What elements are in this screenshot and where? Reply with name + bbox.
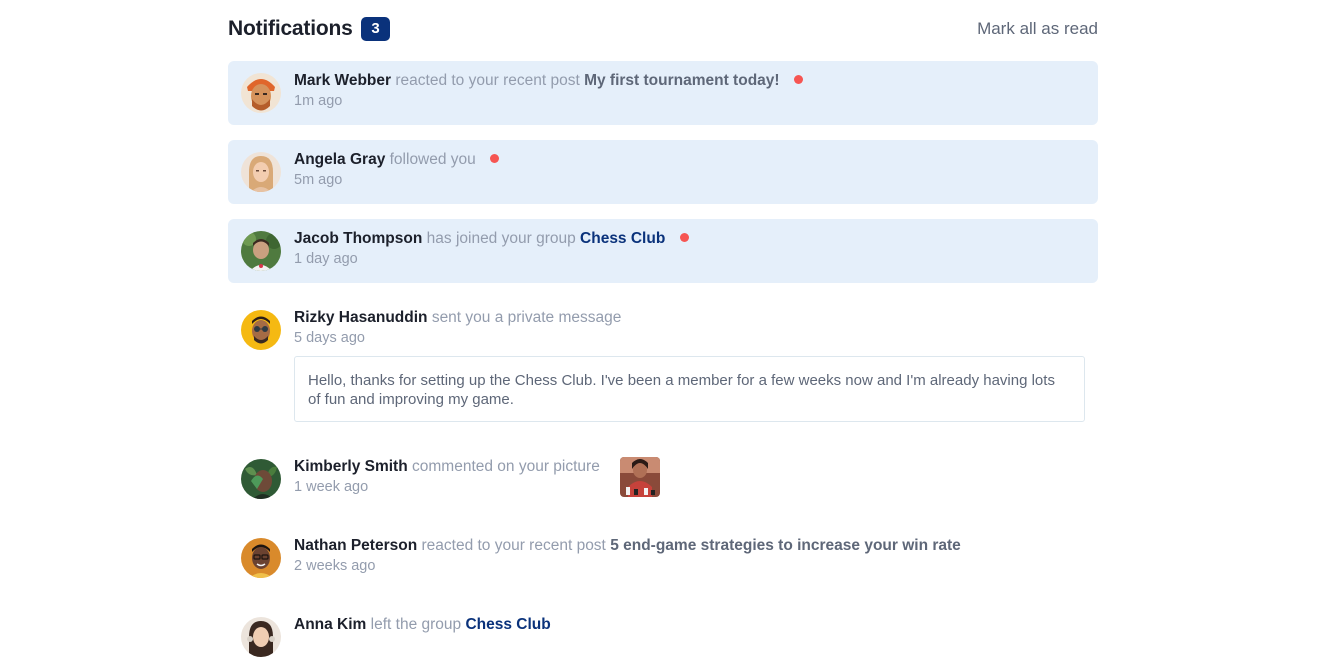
avatar-image xyxy=(241,310,281,350)
notification-time: 1m ago xyxy=(294,93,343,109)
unread-dot xyxy=(490,154,500,163)
post-link[interactable]: My first tournament today! xyxy=(584,72,779,89)
avatar[interactable] xyxy=(241,538,281,578)
avatar-image xyxy=(241,152,281,192)
user-name[interactable]: Rizky Hasanuddin xyxy=(294,309,428,326)
unread-count-badge: 3 xyxy=(361,17,390,41)
user-name[interactable]: Jacob Thompson xyxy=(294,230,422,247)
notification-time: 5 days ago xyxy=(294,330,365,346)
unread-dot xyxy=(679,233,689,242)
user-name[interactable]: Anna Kim xyxy=(294,616,366,633)
notification-item[interactable]: Nathan Peterson reacted to your recent p… xyxy=(228,526,1098,590)
notification-item[interactable]: Kimberly Smith commented on your picture… xyxy=(228,447,1098,511)
notification-action: has joined your group xyxy=(426,230,576,247)
page-title: Notifications xyxy=(228,17,353,40)
notification-action: reacted to your recent post xyxy=(421,537,606,554)
notification-action: followed you xyxy=(389,151,476,168)
notifications-panel: Notifications 3 Mark all as read Mark We… xyxy=(228,0,1098,657)
notification-item[interactable]: Anna Kim left the group Chess Club xyxy=(228,605,1098,669)
group-link[interactable]: Chess Club xyxy=(465,616,550,633)
avatar-image xyxy=(241,617,281,657)
avatar[interactable] xyxy=(241,73,281,113)
post-link[interactable]: 5 end-game strategies to increase your w… xyxy=(610,537,961,554)
notification-item[interactable]: Mark Webber reacted to your recent post … xyxy=(228,61,1098,125)
notification-action: reacted to your recent post xyxy=(395,72,580,89)
avatar[interactable] xyxy=(241,152,281,192)
avatar[interactable] xyxy=(241,617,281,657)
notification-time: 2 weeks ago xyxy=(294,558,376,574)
notification-time: 5m ago xyxy=(294,172,343,188)
avatar-image xyxy=(241,73,281,113)
notification-item[interactable]: Rizky Hasanuddin sent you a private mess… xyxy=(228,298,1098,438)
notification-item[interactable]: Angela Gray followed you 5m ago xyxy=(228,140,1098,204)
avatar[interactable] xyxy=(241,459,281,499)
user-name[interactable]: Kimberly Smith xyxy=(294,458,408,475)
mark-all-read-button[interactable]: Mark all as read xyxy=(977,19,1098,39)
notification-time: 1 week ago xyxy=(294,479,369,495)
avatar[interactable] xyxy=(241,231,281,271)
notification-action: left the group xyxy=(370,616,462,633)
notification-action: commented on your picture xyxy=(412,458,600,475)
notification-time: 1 day ago xyxy=(294,251,358,267)
commented-picture-thumbnail[interactable] xyxy=(620,457,660,497)
unread-dot xyxy=(793,75,803,84)
user-name[interactable]: Nathan Peterson xyxy=(294,537,417,554)
private-message[interactable]: Hello, thanks for setting up the Chess C… xyxy=(294,356,1085,422)
notification-item[interactable]: Jacob Thompson has joined your group Che… xyxy=(228,219,1098,283)
notifications-header: Notifications 3 Mark all as read xyxy=(228,0,1098,61)
chess-picture-image xyxy=(620,457,660,497)
user-name[interactable]: Angela Gray xyxy=(294,151,385,168)
avatar-image xyxy=(241,231,281,271)
avatar-image xyxy=(241,538,281,578)
avatar[interactable] xyxy=(241,310,281,350)
avatar-image xyxy=(241,459,281,499)
notification-action: sent you a private message xyxy=(431,309,622,326)
user-name[interactable]: Mark Webber xyxy=(294,72,391,89)
group-link[interactable]: Chess Club xyxy=(580,230,665,247)
